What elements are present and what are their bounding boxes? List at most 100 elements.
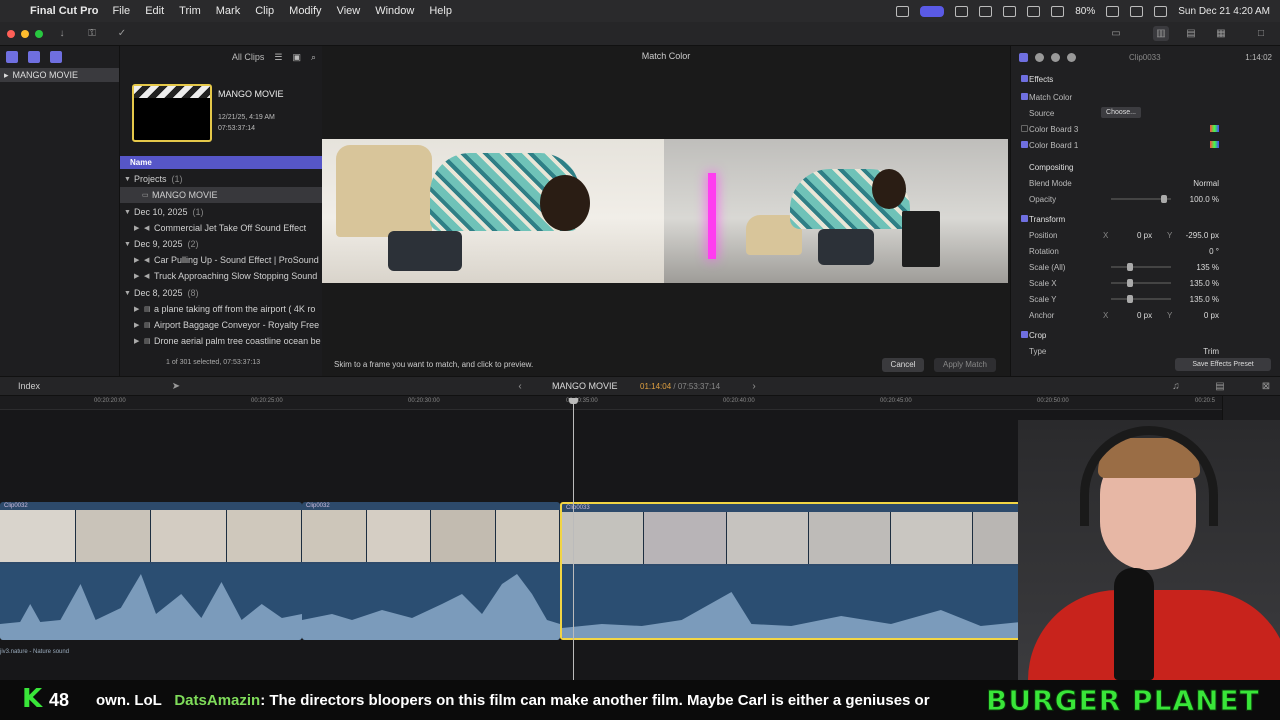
scale-all-slider[interactable]: [1111, 263, 1171, 271]
menu-edit[interactable]: Edit: [145, 5, 164, 17]
headphones-icon[interactable]: ♫: [1168, 379, 1184, 394]
list-item[interactable]: ▼ Projects (1): [120, 171, 322, 187]
screen-record-icon[interactable]: [920, 5, 945, 17]
status-icon[interactable]: [955, 5, 969, 17]
zoom-window-button[interactable]: [35, 30, 43, 38]
opacity-value[interactable]: 100.0 %: [1190, 195, 1219, 204]
close-window-button[interactable]: [7, 30, 15, 38]
color-board-icon[interactable]: [1210, 125, 1219, 132]
match-target-frame[interactable]: [664, 139, 1008, 283]
menu-modify[interactable]: Modify: [289, 5, 321, 17]
libraries-icon[interactable]: [6, 51, 18, 63]
status-icon[interactable]: [896, 5, 910, 17]
disclosure-icon[interactable]: ▶: [134, 272, 144, 280]
clip-appearance-icon[interactable]: ▤: [1212, 379, 1228, 394]
list-item[interactable]: ▶ ◀ Commercial Jet Take Off Sound Effect: [120, 220, 322, 236]
list-item[interactable]: ▼ Dec 10, 2025 (1): [120, 204, 322, 220]
color-inspector-icon[interactable]: [1035, 52, 1044, 62]
bluetooth-icon[interactable]: [1051, 5, 1065, 17]
titles-icon[interactable]: [50, 51, 62, 63]
checkbox[interactable]: [1021, 93, 1028, 100]
checkbox[interactable]: [1021, 215, 1028, 222]
control-center-icon[interactable]: [1154, 5, 1168, 17]
clock[interactable]: Sun Dec 21 4:20 AM: [1178, 6, 1270, 17]
history-forward-icon[interactable]: ›: [746, 379, 762, 394]
scale-y-slider[interactable]: [1111, 295, 1171, 303]
effects-browser-icon[interactable]: ⊠: [1258, 379, 1274, 394]
scale-y-value[interactable]: 135.0 %: [1190, 295, 1219, 304]
search-icon[interactable]: [1130, 5, 1144, 17]
color-board-3-row[interactable]: Color Board 3: [1011, 121, 1280, 137]
disclosure-icon[interactable]: ▶: [134, 256, 144, 264]
menu-trim[interactable]: Trim: [179, 5, 201, 17]
clip-filter-dropdown[interactable]: All Clips: [232, 52, 265, 62]
menu-file[interactable]: File: [112, 5, 130, 17]
library-item[interactable]: ▸ MANGO MOVIE: [0, 68, 119, 82]
menu-help[interactable]: Help: [429, 5, 452, 17]
apply-match-button[interactable]: Apply Match: [934, 358, 996, 372]
list-item[interactable]: ▶ ▤ Airport Baggage Conveyor - Royalty Fre…: [120, 317, 322, 333]
fullscreen-icon[interactable]: □: [1253, 26, 1269, 41]
position-y-value[interactable]: -295.0 px: [1186, 231, 1219, 240]
list-item[interactable]: ▶ ◀ Car Pulling Up - Sound Effect | ProSou…: [120, 252, 322, 268]
match-source-frame[interactable]: [322, 139, 664, 283]
scale-x-value[interactable]: 135.0 %: [1190, 279, 1219, 288]
index-button[interactable]: Index: [18, 381, 40, 391]
list-item[interactable]: ▶ ▤ a plane taking off from the airport ( …: [120, 301, 322, 317]
disclosure-icon[interactable]: ▶: [134, 224, 144, 232]
playhead[interactable]: [573, 398, 574, 680]
info-icon[interactable]: [1067, 52, 1076, 62]
anchor-x-value[interactable]: 0 px: [1137, 311, 1152, 320]
menu-mark[interactable]: Mark: [216, 5, 240, 17]
position-x-value[interactable]: 0 px: [1137, 231, 1152, 240]
disclosure-icon[interactable]: ▸: [4, 70, 9, 81]
disclosure-icon[interactable]: ▶: [134, 305, 144, 313]
list-item[interactable]: ▭ MANGO MOVIE: [120, 187, 322, 203]
menu-window[interactable]: Window: [375, 5, 414, 17]
photos-icon[interactable]: [28, 51, 40, 63]
audio-inspector-icon[interactable]: [1051, 52, 1060, 62]
disclosure-icon[interactable]: ▼: [124, 176, 134, 183]
timeline-project-name[interactable]: MANGO MOVIE: [552, 381, 618, 391]
list-item[interactable]: ▶ ◀ Truck Approaching Slow Stopping Sound: [120, 268, 322, 284]
search-icon[interactable]: ⌕: [311, 52, 316, 63]
timeline-clip[interactable]: Clip0032: [0, 502, 302, 640]
rotation-value[interactable]: 0 °: [1209, 247, 1219, 256]
crop-type-dropdown[interactable]: Trim: [1203, 347, 1219, 356]
clip-appearance-icon[interactable]: ▣: [292, 52, 301, 63]
share-icon[interactable]: ▭: [1108, 26, 1124, 41]
compositing-section[interactable]: Compositing: [1011, 159, 1280, 175]
volume-icon[interactable]: [1003, 5, 1017, 17]
layout-timeline-icon[interactable]: ▤: [1183, 26, 1199, 41]
keyword-icon[interactable]: ⚿: [84, 26, 100, 41]
crop-section[interactable]: Crop: [1011, 327, 1280, 343]
effects-section[interactable]: Effects: [1011, 71, 1280, 87]
transform-section[interactable]: Transform: [1011, 211, 1280, 227]
save-effects-preset-button[interactable]: Save Effects Preset: [1175, 358, 1271, 371]
layout-browser-icon[interactable]: ▥: [1153, 26, 1169, 41]
match-color-row[interactable]: Match Color: [1011, 89, 1280, 105]
select-tool-icon[interactable]: ➤: [168, 379, 184, 394]
cancel-button[interactable]: Cancel: [882, 358, 924, 372]
battery-icon[interactable]: [1106, 5, 1120, 17]
audio-lane-label[interactable]: jiv3.nature - Nature sound: [0, 649, 69, 655]
playhead-handle[interactable]: [569, 398, 578, 404]
checkbox[interactable]: [1021, 141, 1028, 148]
project-thumbnail[interactable]: [132, 84, 212, 142]
layout-inspector-icon[interactable]: ▦: [1213, 26, 1229, 41]
opacity-slider[interactable]: [1111, 195, 1171, 203]
list-item[interactable]: ▼ Dec 8, 2025 (8): [120, 285, 322, 301]
video-inspector-icon[interactable]: [1019, 52, 1028, 62]
play-icon[interactable]: [979, 5, 993, 17]
import-icon[interactable]: ↓: [54, 26, 70, 41]
blend-mode-dropdown[interactable]: Normal: [1193, 179, 1219, 188]
color-board-1-row[interactable]: Color Board 1: [1011, 137, 1280, 153]
scale-x-slider[interactable]: [1111, 279, 1171, 287]
disclosure-icon[interactable]: ▶: [134, 321, 144, 329]
checkbox[interactable]: [1021, 331, 1028, 338]
disclosure-icon[interactable]: ▼: [124, 290, 134, 297]
choose-button[interactable]: Choose...: [1101, 107, 1141, 118]
wifi-icon[interactable]: [1027, 5, 1041, 17]
scale-all-value[interactable]: 135 %: [1196, 263, 1219, 272]
list-item[interactable]: ▶ ▤ Drone aerial palm tree coastline ocean…: [120, 333, 322, 349]
